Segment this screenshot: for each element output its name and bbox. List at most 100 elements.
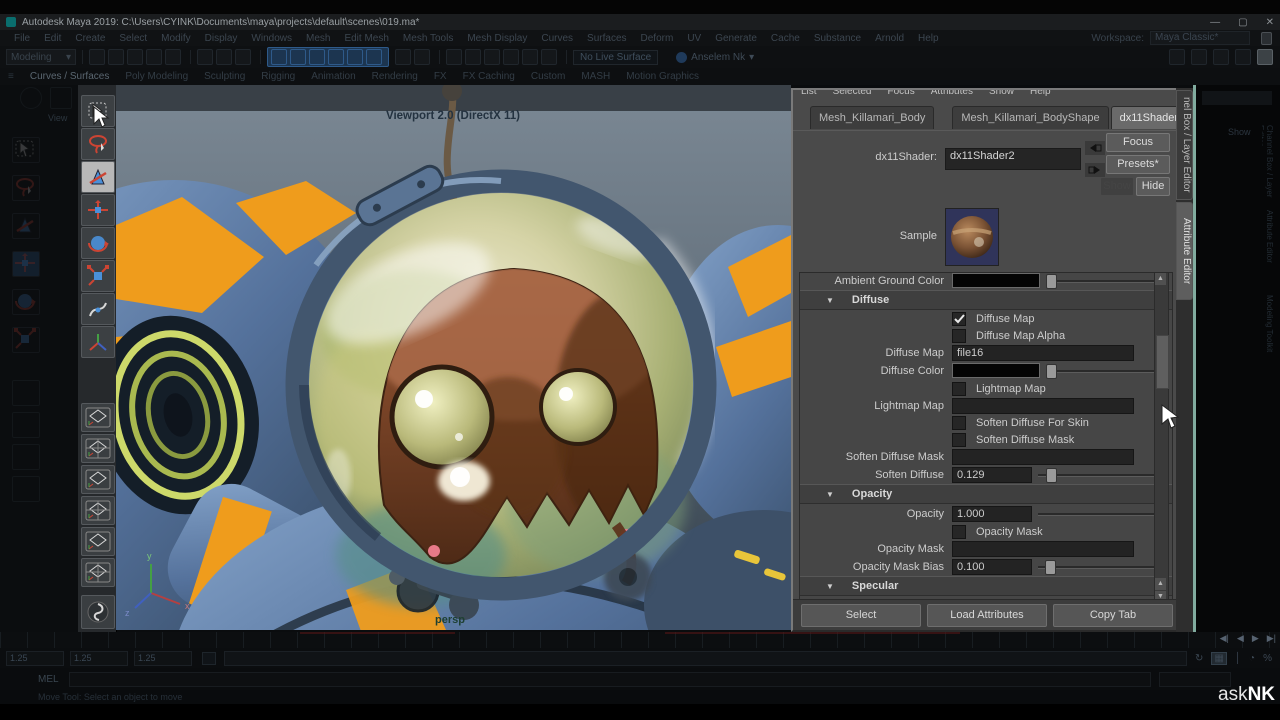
redo-icon[interactable] (165, 49, 181, 65)
shelf-tab-mash[interactable]: MASH (581, 71, 610, 82)
soft-modification-tool-icon[interactable] (81, 293, 115, 325)
text-field-diffuse-map[interactable]: file16 (952, 345, 1134, 361)
range-field-2[interactable]: 1.25 (134, 651, 192, 666)
slider-ambient-ground-color[interactable] (1046, 274, 1166, 287)
attribute-editor-icon[interactable] (1257, 49, 1273, 65)
ae-menu-attributes[interactable]: Attributes (931, 90, 973, 97)
select-component-icon[interactable] (235, 49, 251, 65)
ae-menu-show[interactable]: Show (989, 90, 1014, 97)
auto-key-icon[interactable]: ▦ (1211, 652, 1226, 665)
section-header-specular[interactable]: ▼Specular (800, 576, 1172, 596)
ae-menu-help[interactable]: Help (1030, 90, 1051, 97)
color-swatch-ambient-ground-color[interactable] (952, 273, 1040, 288)
menu-surfaces[interactable]: Surfaces (587, 33, 626, 44)
snap-view-plane-icon[interactable] (347, 49, 363, 65)
scroll-up-arrow-2[interactable]: ▲ (1155, 578, 1166, 590)
menu-display[interactable]: Display (205, 33, 238, 44)
rotate-tool-icon[interactable] (81, 227, 115, 259)
select-tool-icon[interactable] (81, 95, 115, 127)
persp-graph-layout-button[interactable] (81, 496, 115, 525)
presets-button[interactable]: Presets* (1106, 155, 1170, 174)
menu-mesh[interactable]: Mesh (306, 33, 330, 44)
range-slider-track[interactable] (224, 651, 1187, 666)
text-field-soften-diffuse-mask[interactable] (952, 449, 1134, 465)
four-pane-layout-button[interactable] (81, 434, 115, 463)
hypershade-persp-layout-button[interactable] (81, 527, 115, 556)
text-field-opacity-mask[interactable] (952, 541, 1134, 557)
shelf-tab-curves-surfaces[interactable]: Curves / Surfaces (30, 71, 109, 82)
value-field-soften-diffuse[interactable]: 0.129 (952, 467, 1032, 483)
ae-menu-focus[interactable]: Focus (887, 90, 914, 97)
menu-cache[interactable]: Cache (771, 33, 800, 44)
focus-node-icon[interactable] (1085, 141, 1105, 155)
go-to-end-icon[interactable]: ▶| (1267, 633, 1276, 644)
shelf-tab-poly-modeling[interactable]: Poly Modeling (125, 71, 188, 82)
make-live-icon[interactable] (366, 49, 382, 65)
shelf-tab-fx-caching[interactable]: FX Caching (463, 71, 515, 82)
time-slider[interactable]: ◀|◀▶▶| (0, 632, 1280, 648)
side-tab-nel-box-layer-editor[interactable]: nel Box / Layer Editor (1176, 90, 1193, 200)
percent-icon[interactable]: % (1263, 653, 1272, 664)
copy-tab-button[interactable]: Copy Tab (1053, 604, 1173, 627)
lock-selection-icon[interactable] (395, 49, 411, 65)
select-object-icon[interactable] (216, 49, 232, 65)
select-hierarchy-icon[interactable] (197, 49, 213, 65)
menu-substance[interactable]: Substance (814, 33, 861, 44)
attribute-scrollbar[interactable]: ▲ ▲ ▼ (1154, 272, 1169, 604)
menu-deform[interactable]: Deform (641, 33, 674, 44)
slider-soften-diffuse[interactable] (1038, 468, 1166, 481)
ae-menu-selected[interactable]: Selected (833, 90, 872, 97)
focus-button[interactable]: Focus (1106, 133, 1170, 152)
shader-name-field[interactable]: dx11Shader2 (945, 148, 1081, 170)
load-attributes-button[interactable]: Load Attributes (927, 604, 1047, 627)
workspace-dropdown[interactable]: Maya Classic* (1150, 31, 1250, 45)
ae-tab-mesh_killamari_body[interactable]: Mesh_Killamari_Body (810, 106, 934, 129)
ae-menu-list[interactable]: List (801, 90, 817, 97)
material-sample-swatch[interactable] (945, 208, 999, 266)
menu-set-dropdown[interactable]: Modeling▾ (6, 49, 76, 65)
menu-edit-mesh[interactable]: Edit Mesh (344, 33, 388, 44)
text-field-lightmap-map[interactable] (952, 398, 1134, 414)
slider-opacity[interactable] (1038, 507, 1166, 520)
single-pane-layout-button[interactable] (81, 403, 115, 432)
play-forward-icon[interactable]: ▶ (1252, 633, 1259, 644)
range-field-0[interactable]: 1.25 (6, 651, 64, 666)
shelf-tab-rendering[interactable]: Rendering (372, 71, 418, 82)
snap-grid-icon[interactable] (271, 49, 287, 65)
menu-help[interactable]: Help (918, 33, 939, 44)
step-back-icon[interactable]: ◀| (1220, 633, 1229, 644)
checkbox-soften-diffuse-for-skin[interactable] (952, 416, 966, 430)
checkbox-diffuse-map[interactable] (952, 312, 966, 326)
render-settings-icon[interactable] (541, 49, 557, 65)
close-button[interactable]: ✕ (1266, 17, 1274, 28)
outliner-icon[interactable] (1235, 49, 1251, 65)
open-scene-icon[interactable] (108, 49, 124, 65)
paint-selection-tool-icon[interactable] (81, 161, 115, 193)
output-connections-icon[interactable] (465, 49, 481, 65)
command-line-input[interactable] (69, 672, 1151, 687)
lasso-tool-icon[interactable] (81, 128, 115, 160)
ae-tab-mesh_killamari_bodyshape[interactable]: Mesh_Killamari_BodyShape (952, 106, 1108, 129)
menu-mesh-tools[interactable]: Mesh Tools (403, 33, 453, 44)
snap-curve-icon[interactable] (290, 49, 306, 65)
shelf-menu-icon[interactable]: ≡ (8, 71, 14, 82)
outliner-persp-layout-button[interactable] (81, 465, 115, 494)
move-tool-icon[interactable] (81, 194, 115, 226)
perspective-viewport[interactable]: Viewport 2.0 (DirectX 11) persp x y z (116, 85, 791, 630)
no-live-surface-indicator[interactable]: No Live Surface (573, 50, 658, 65)
clock-icon[interactable]: ◔ (1249, 653, 1255, 664)
user-account-chip[interactable]: Anselem Nk▾ (676, 52, 754, 63)
minimize-button[interactable]: — (1210, 17, 1220, 28)
section-header-diffuse[interactable]: ▼Diffuse (800, 290, 1172, 310)
menu-select[interactable]: Select (119, 33, 147, 44)
range-checkbox[interactable] (202, 652, 216, 665)
channel-box-icon[interactable] (1213, 49, 1229, 65)
undo-icon[interactable] (146, 49, 162, 65)
arnold-layout-button[interactable] (81, 595, 115, 629)
humanik-icon[interactable] (1191, 49, 1207, 65)
scale-tool-icon[interactable] (81, 260, 115, 292)
hide-button[interactable]: Hide (1136, 177, 1170, 196)
save-scene-icon[interactable] (127, 49, 143, 65)
connection-icon[interactable] (1085, 163, 1105, 177)
section-header-opacity[interactable]: ▼Opacity (800, 484, 1172, 504)
